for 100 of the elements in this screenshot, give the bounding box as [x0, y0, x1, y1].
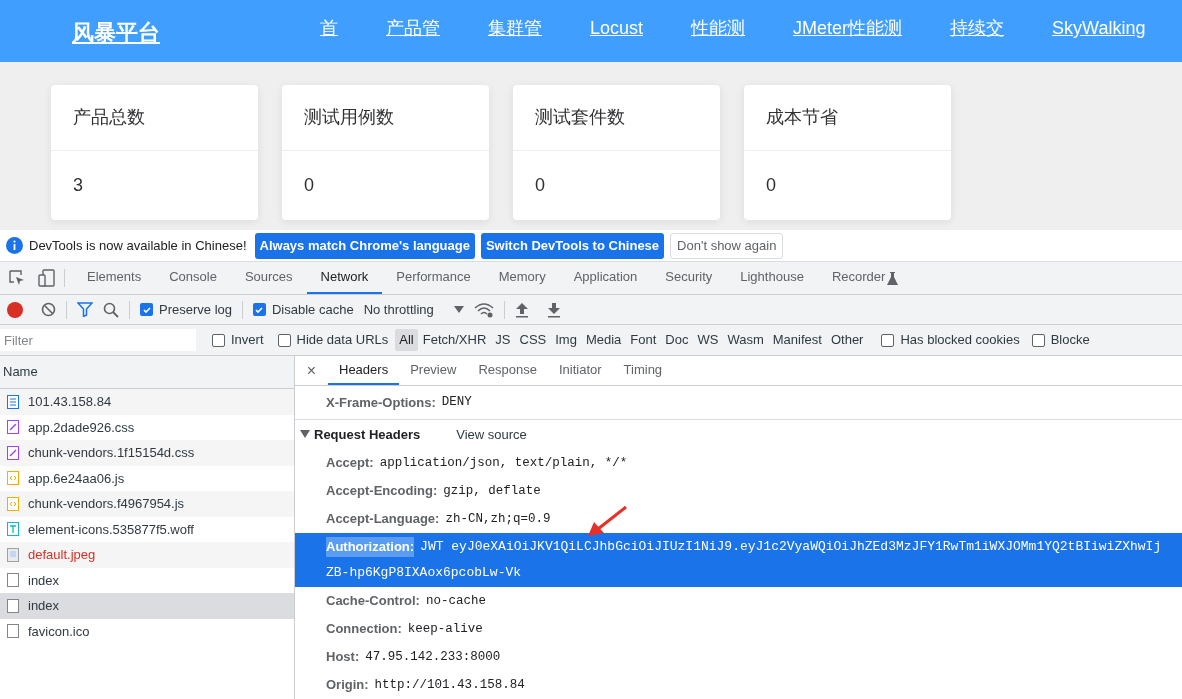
infobar-button[interactable]: Don't show again — [670, 232, 784, 259]
header-name: Accept-Language: — [326, 510, 440, 529]
caret-icon — [453, 306, 464, 313]
devtools-tab[interactable]: Console — [155, 262, 231, 294]
checkbox[interactable]: Hide data URLs — [277, 330, 389, 350]
header-name: Authorization: — [326, 537, 415, 557]
font-file-icon — [7, 522, 19, 537]
infobar-message: DevTools is now available in Chinese! — [29, 236, 247, 255]
devtools-tab[interactable]: Memory — [484, 262, 560, 294]
header-value: JWT eyJ0eXAiOiJKV1QiLCJhbGciOiJIUzI1NiJ9.eyJ1c2VyaWQiOiJhZEd3MzJFY1RwTm1iWXJOMm1YQ2tBIiwiZXhwIj — [420, 538, 1162, 557]
infobar-button[interactable]: Always match Chrome's language — [254, 232, 475, 259]
header-name: Connection: — [326, 620, 402, 639]
devtools-tab[interactable]: Sources — [230, 262, 307, 294]
throttling-select[interactable]: No throttling — [363, 299, 464, 320]
infobar-button[interactable]: Switch DevTools to Chinese — [480, 232, 665, 259]
header-value: no-cache — [425, 592, 486, 610]
detail-tab[interactable]: Initiator — [547, 356, 613, 386]
header-row[interactable]: Accept: application/json, text/plain, */* — [295, 449, 1182, 477]
type-filter-button[interactable]: Manifest — [768, 329, 826, 351]
detail-tab[interactable]: Headers — [328, 356, 400, 386]
header-row[interactable]: Connection: keep-alive — [295, 615, 1182, 643]
header-name: Host: — [326, 648, 360, 667]
type-filter-button[interactable]: Media — [581, 329, 626, 351]
download-icon[interactable] — [546, 301, 561, 318]
search-icon[interactable] — [103, 301, 119, 318]
info-icon — [6, 237, 23, 254]
request-row[interactable]: chunk-vendors.1f15154d.css — [0, 440, 294, 466]
filter-input[interactable]: Filter — [0, 329, 196, 351]
request-row[interactable]: 101.43.158.84 — [0, 389, 294, 415]
blank-file-icon — [7, 624, 19, 639]
header-row[interactable]: Host: 47.95.142.233:8000 — [295, 643, 1182, 671]
header-value: zh-CN,zh;q=0.9 — [445, 510, 551, 528]
pencil-file-icon — [7, 420, 19, 435]
devtools-tab[interactable]: Application — [559, 262, 652, 294]
request-row[interactable]: index — [0, 593, 294, 619]
detail-tab[interactable]: Preview — [399, 356, 468, 386]
devtools-tab[interactable]: Recorder — [817, 262, 900, 294]
blank-file-icon — [7, 598, 19, 613]
type-filter-button[interactable]: CSS — [515, 329, 551, 351]
detail-tab[interactable]: Timing — [612, 356, 674, 386]
type-filter-button[interactable]: WS — [693, 329, 723, 351]
checkbox[interactable]: Blocke — [1031, 330, 1090, 350]
header-name: Origin: — [326, 676, 369, 695]
detail-tab[interactable]: Response — [467, 356, 548, 386]
view-source-link[interactable]: View source — [456, 424, 527, 445]
type-filter-button[interactable]: Img — [551, 329, 581, 351]
flask-icon — [887, 271, 899, 285]
card-title: 成本节省 — [766, 106, 838, 129]
header-row[interactable]: Origin: http://101.43.158.84 — [295, 671, 1182, 699]
filter-icon[interactable] — [77, 302, 93, 317]
card-value: 0 — [535, 174, 545, 197]
checkbox[interactable]: Preserve log — [140, 299, 232, 320]
card-value: 3 — [73, 174, 83, 197]
type-filter-button[interactable]: Wasm — [723, 329, 768, 351]
type-filter-button[interactable]: Font — [626, 329, 661, 351]
header-value: application/json, text/plain, */* — [379, 454, 628, 472]
device-toolbar-icon[interactable] — [38, 269, 56, 287]
type-filter-button[interactable]: Doc — [661, 329, 693, 351]
type-filter-button[interactable]: Other — [826, 329, 868, 351]
checkbox[interactable]: Has blocked cookies — [881, 330, 1020, 350]
header-name: Cache-Control: — [326, 592, 420, 611]
close-button[interactable]: × — [295, 356, 328, 386]
type-filter-button[interactable]: JS — [491, 329, 515, 351]
network-conditions-icon[interactable] — [473, 301, 494, 318]
header-row[interactable]: Accept-Encoding: gzip, deflate — [295, 477, 1182, 505]
annotation-arrow — [586, 505, 628, 537]
checkbox[interactable]: Invert — [212, 330, 264, 350]
devtools-tab[interactable]: Security — [651, 262, 727, 294]
type-filter-button[interactable]: All — [395, 329, 418, 351]
record-button[interactable] — [7, 301, 23, 318]
header-name: Accept-Encoding: — [326, 482, 438, 501]
type-filter-button[interactable]: Fetch/XHR — [418, 329, 491, 351]
script-file-icon — [7, 496, 19, 511]
card-title: 测试套件数 — [535, 106, 625, 129]
upload-icon[interactable] — [514, 301, 529, 318]
script-file-icon — [7, 471, 19, 486]
inspect-icon[interactable] — [9, 269, 26, 287]
card-value: 0 — [304, 174, 314, 197]
header-value: gzip, deflate — [443, 482, 541, 500]
pencil-file-icon — [7, 445, 19, 460]
clear-icon[interactable] — [41, 302, 56, 317]
image-file-icon — [7, 547, 19, 562]
header-row[interactable]: Accept-Language: zh-CN,zh;q=0.9 — [295, 505, 1182, 533]
checkbox[interactable]: Disable cache — [253, 299, 354, 320]
devtools-tab[interactable]: Performance — [382, 262, 485, 294]
header-row[interactable]: Cache-Control: no-cache — [295, 587, 1182, 615]
header-row[interactable]: Authorization: JWT eyJ0eXAiOiJKV1QiLCJhbGciOiJIUzI1NiJ9.eyJ1c2VyaWQiOiJhZEd3MzJFY1RwTm1iWXJOMm1YQ2tBIiwiZXhwIj ZB-hp6KgP8IXAox6pcobLw-Vk — [295, 533, 1182, 587]
section-toggle[interactable]: Request Headers — [300, 424, 421, 445]
checkmark-icon — [141, 304, 152, 315]
triangle-icon — [300, 430, 310, 439]
header-value: DENY — [441, 394, 472, 412]
header-value: keep-alive — [407, 620, 483, 638]
header-value: 47.95.142.233:8000 — [365, 648, 501, 666]
devtools-tab[interactable]: Lighthouse — [726, 262, 818, 294]
devtools-tab[interactable]: Elements — [73, 262, 156, 294]
request-row[interactable]: default.jpeg — [0, 542, 294, 568]
card-title: 产品总数 — [73, 106, 145, 129]
document-icon — [7, 394, 19, 409]
header-value: http://101.43.158.84 — [374, 676, 525, 694]
request-row[interactable]: chunk-vendors.f4967954.js — [0, 491, 294, 517]
